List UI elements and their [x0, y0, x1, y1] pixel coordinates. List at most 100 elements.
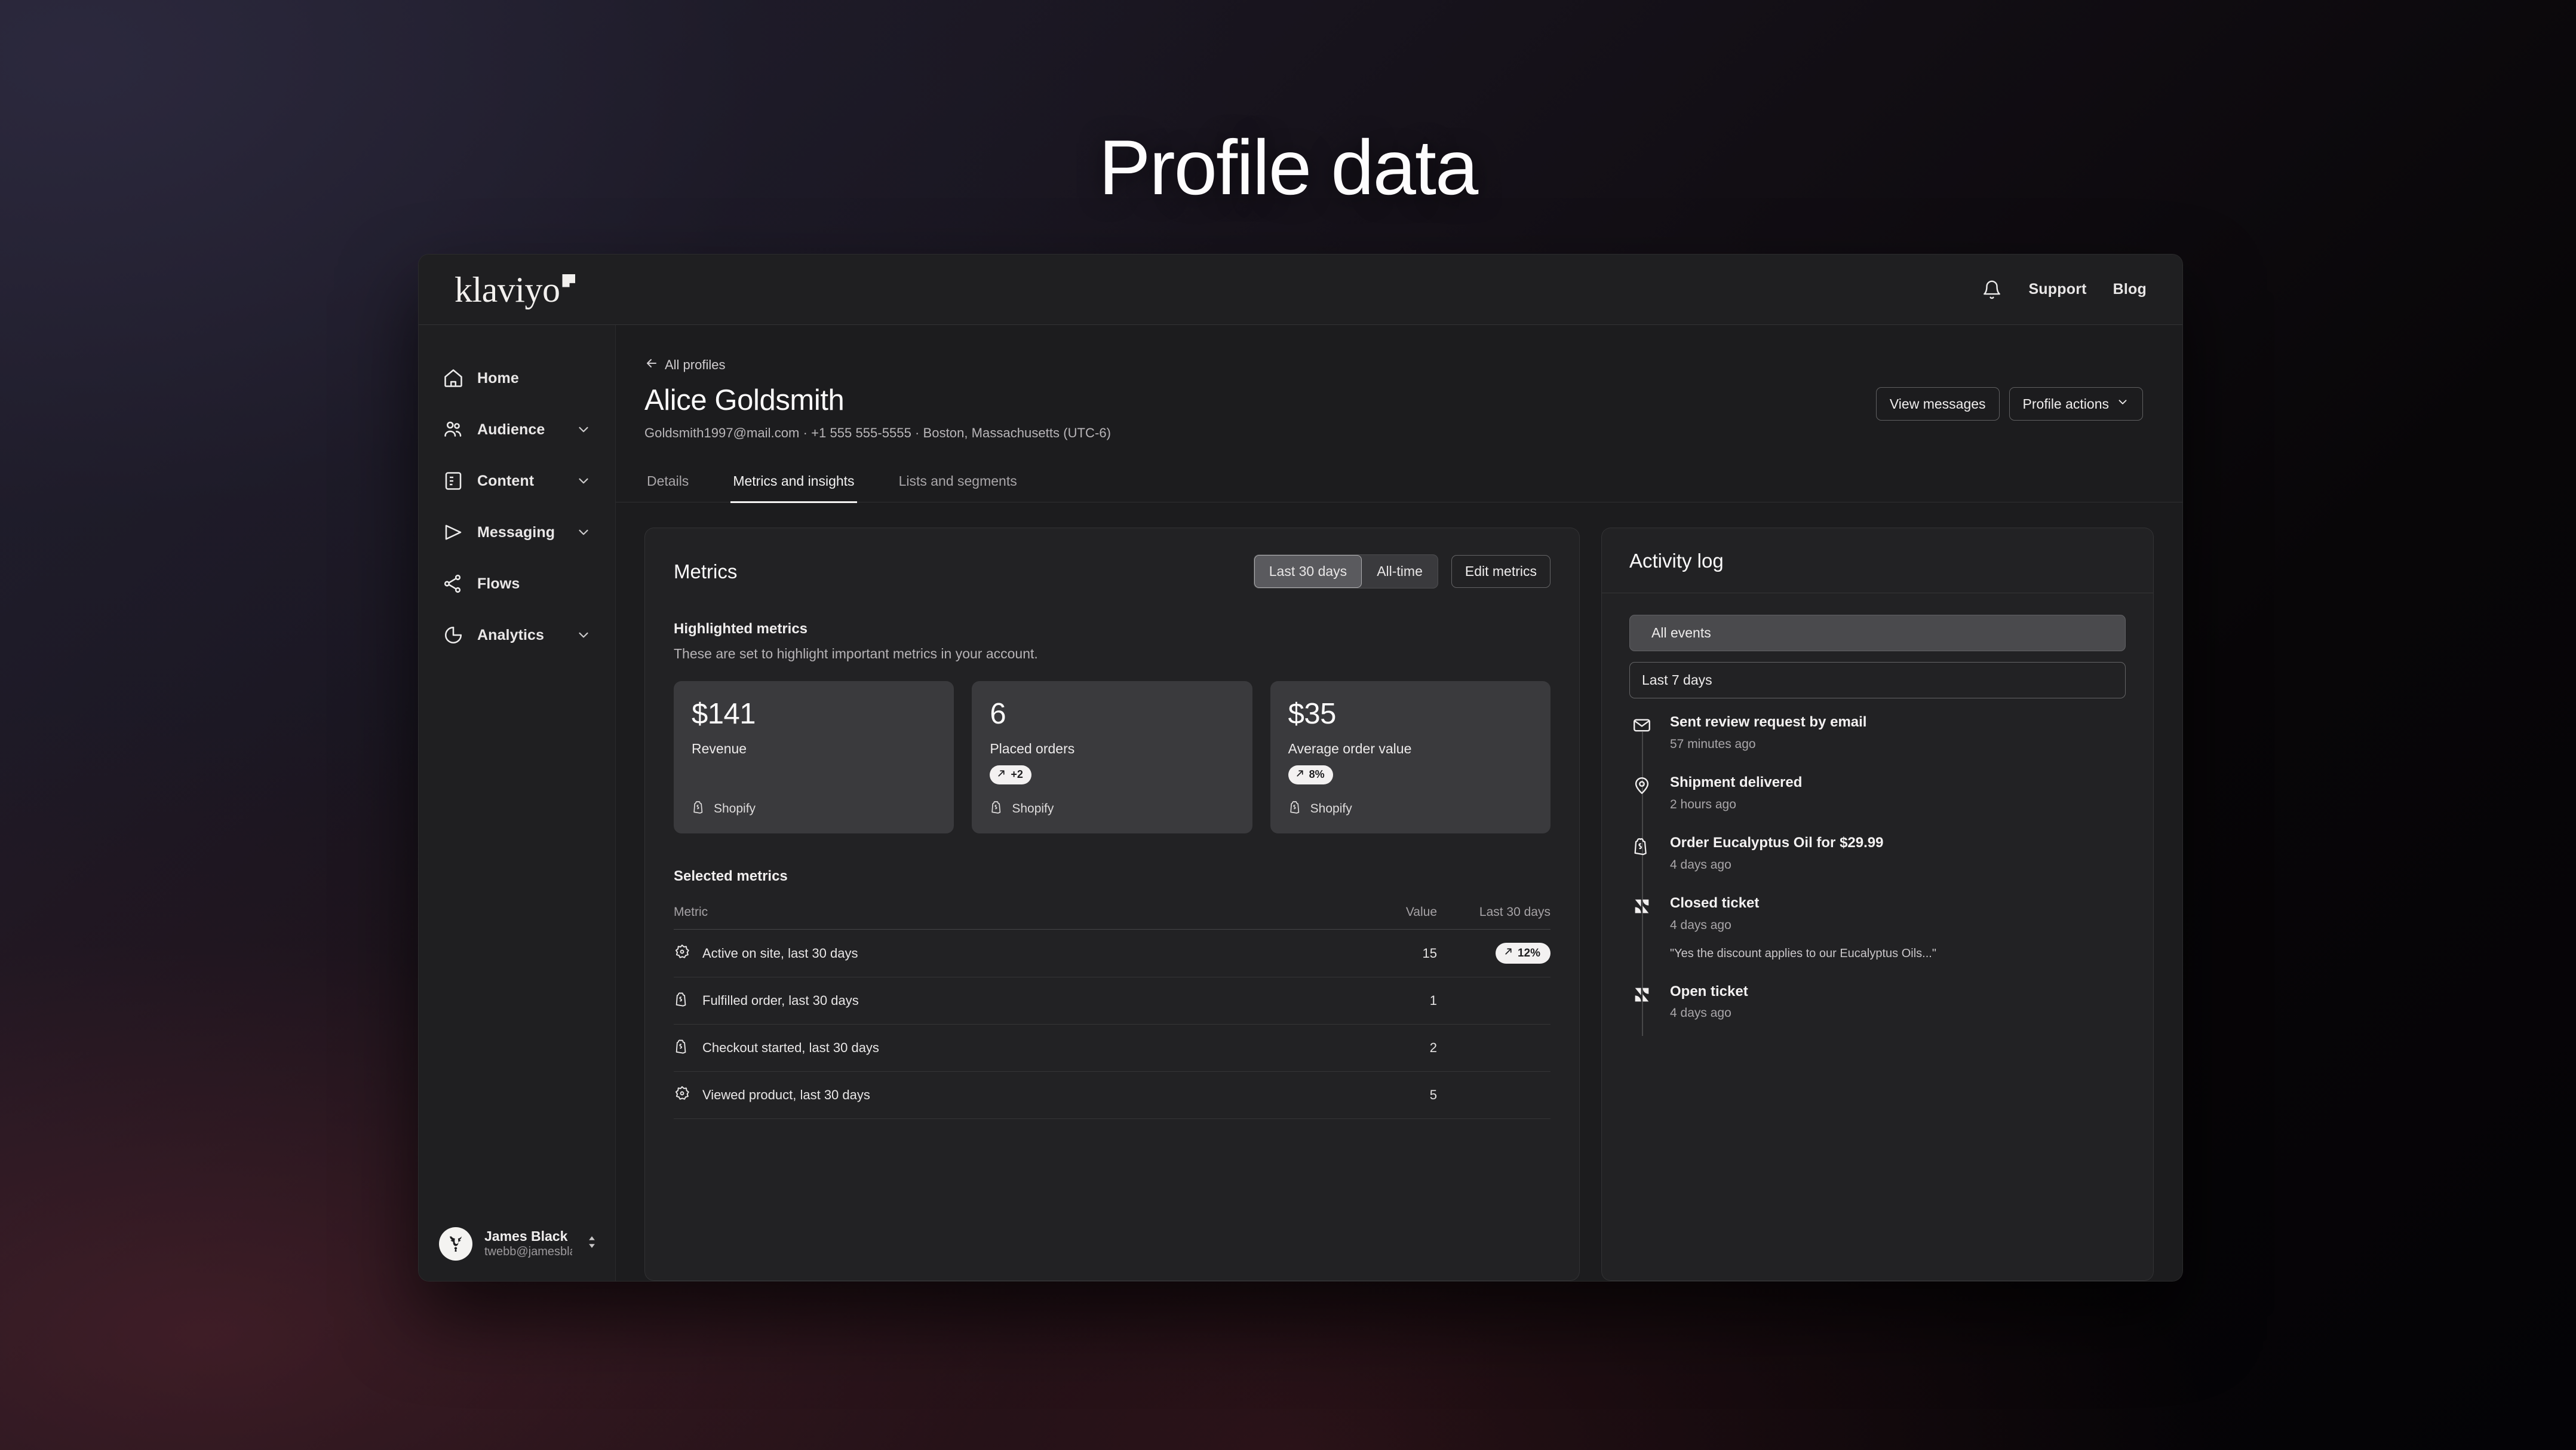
- sidebar-item-audience[interactable]: Audience: [434, 413, 600, 446]
- metric-card-value: $141: [692, 698, 756, 731]
- shopify-icon: [692, 799, 707, 818]
- activity-event-body: Open ticket 4 days ago: [1670, 983, 2126, 1021]
- sidebar-item-label: Home: [477, 369, 519, 387]
- activity-event-body: Closed ticket 4 days ago "Yes the discou…: [1670, 895, 2126, 961]
- trend-badge-value: 12%: [1517, 946, 1540, 959]
- table-row[interactable]: Viewed product, last 30 days 5: [674, 1072, 1550, 1120]
- top-bar: klaviyo Support Blog: [419, 255, 2182, 325]
- view-messages-label: View messages: [1889, 396, 1986, 412]
- sidebar-item-analytics[interactable]: Analytics: [434, 619, 600, 651]
- metrics-panel: Metrics Last 30 days All-time Edit metri…: [644, 528, 1580, 1281]
- chevron-down-icon[interactable]: [576, 627, 591, 643]
- activity-event-title: Open ticket: [1670, 983, 1748, 1000]
- activity-event-body: Sent review request by email 57 minutes …: [1670, 714, 2126, 752]
- table-cell-value: 2: [1429, 1040, 1437, 1056]
- list-item[interactable]: Open ticket 4 days ago: [1629, 983, 2126, 1044]
- email-icon: [1629, 714, 1654, 752]
- table-cell-metric-label: Checkout started, last 30 days: [702, 1040, 879, 1056]
- column-header-value: Value: [1405, 905, 1437, 919]
- arrow-left-icon: [644, 356, 659, 374]
- column-header-metric: Metric: [674, 905, 708, 919]
- metric-card[interactable]: $141 Revenue Shopify: [674, 681, 954, 834]
- range-last-30-days-button[interactable]: Last 30 days: [1254, 555, 1362, 588]
- top-link-blog[interactable]: Blog: [2113, 281, 2147, 298]
- trend-up-icon: [996, 768, 1006, 781]
- edit-metrics-button[interactable]: Edit metrics: [1451, 555, 1550, 588]
- metric-card-source: Shopify: [990, 799, 1234, 818]
- list-item[interactable]: Shipment delivered 2 hours ago: [1629, 774, 2126, 835]
- metric-card-source: Shopify: [692, 799, 936, 818]
- activity-event-time: 4 days ago: [1670, 1006, 1731, 1020]
- table-cell-metric: Fulfilled order, last 30 days: [674, 991, 1359, 1011]
- metric-card-source-label: Shopify: [1310, 801, 1352, 816]
- chevron-down-icon[interactable]: [576, 525, 591, 540]
- klaviyo-flower-icon: [674, 943, 690, 964]
- sidebar-item-home[interactable]: Home: [434, 362, 600, 394]
- activity-event-title: Order Eucalyptus Oil for $29.99: [1670, 834, 1884, 851]
- date-range-filter-select[interactable]: Last 7 days: [1629, 662, 2126, 699]
- metric-card-source-label: Shopify: [1012, 801, 1054, 816]
- list-item[interactable]: Closed ticket 4 days ago "Yes the discou…: [1629, 895, 2126, 983]
- highlighted-metric-cards: $141 Revenue Shopify 6 Placed orders +2 …: [674, 681, 1550, 834]
- metric-card[interactable]: 6 Placed orders +2 Shopify: [972, 681, 1252, 834]
- event-type-filter-select[interactable]: All events: [1629, 615, 2126, 652]
- column-header-last-30-days: Last 30 days: [1479, 905, 1550, 919]
- activity-log-body: All events Last 7 days Sent review reque…: [1602, 593, 2153, 1280]
- highlighted-metrics-description: These are set to highlight important met…: [674, 646, 1038, 662]
- table-cell-value: 15: [1422, 945, 1437, 961]
- top-link-support[interactable]: Support: [2028, 281, 2086, 298]
- user-name: James Black: [484, 1228, 568, 1244]
- list-item[interactable]: Order Eucalyptus Oil for $29.99 4 days a…: [1629, 835, 2126, 895]
- table-row[interactable]: Active on site, last 30 days 15 12%: [674, 930, 1550, 978]
- metric-card-source: Shopify: [1288, 799, 1533, 818]
- tab-lists-and-segments[interactable]: Lists and segments: [896, 465, 1020, 503]
- klaviyo-flower-icon: [674, 1085, 690, 1105]
- klaviyo-logo[interactable]: klaviyo: [438, 272, 576, 308]
- brand-flag-icon: [562, 274, 576, 287]
- up-down-chevron-icon[interactable]: [584, 1234, 600, 1253]
- chevron-down-icon: [2116, 396, 2129, 412]
- home-icon: [443, 367, 464, 389]
- table-cell-metric-label: Fulfilled order, last 30 days: [702, 993, 859, 1008]
- date-range-filter-label: Last 7 days: [1642, 672, 1712, 688]
- range-all-time-button[interactable]: All-time: [1362, 555, 1438, 588]
- send-icon: [443, 522, 464, 543]
- activity-event-time: 57 minutes ago: [1670, 737, 1756, 752]
- metric-card-trend-badge: +2: [990, 765, 1031, 784]
- metric-card[interactable]: $35 Average order value 8% Shopify: [1270, 681, 1550, 834]
- activity-timeline: Sent review request by email 57 minutes …: [1629, 714, 2126, 1043]
- activity-event-time: 2 hours ago: [1670, 797, 1736, 811]
- top-bar-right: Support Blog: [1982, 280, 2147, 300]
- user-email: twebb@jamesbla...: [484, 1245, 572, 1259]
- metric-card-value: 6: [990, 698, 1006, 731]
- metric-card-trend-value: +2: [1011, 768, 1023, 781]
- sidebar-item-content[interactable]: Content: [434, 465, 600, 497]
- sidebar-user-switcher[interactable]: James Black twebb@jamesbla...: [419, 1227, 615, 1261]
- tab-details[interactable]: Details: [644, 465, 691, 503]
- list-item[interactable]: Sent review request by email 57 minutes …: [1629, 714, 2126, 774]
- shopify-icon: [674, 991, 690, 1011]
- table-row[interactable]: Fulfilled order, last 30 days 1: [674, 977, 1550, 1025]
- table-row[interactable]: Checkout started, last 30 days 2: [674, 1025, 1550, 1072]
- chevron-down-icon[interactable]: [576, 422, 591, 437]
- view-messages-button[interactable]: View messages: [1875, 387, 2000, 421]
- metric-card-value: $35: [1288, 698, 1337, 731]
- shopify-icon: [1629, 835, 1654, 872]
- sidebar-item-messaging[interactable]: Messaging: [434, 516, 600, 548]
- bell-icon[interactable]: [1982, 280, 2002, 300]
- table-cell-metric: Viewed product, last 30 days: [674, 1085, 1359, 1105]
- trend-up-icon: [1503, 946, 1513, 960]
- sidebar-item-flows[interactable]: Flows: [434, 568, 600, 600]
- chevron-down-icon[interactable]: [576, 473, 591, 489]
- sidebar-user-text: James Black twebb@jamesbla...: [484, 1228, 572, 1259]
- people-icon: [443, 419, 464, 440]
- profile-actions-label: Profile actions: [2022, 396, 2109, 412]
- breadcrumb-all-profiles[interactable]: All profiles: [644, 356, 2143, 374]
- metric-card-label: Average order value: [1288, 740, 1412, 756]
- activity-event-title: Closed ticket: [1670, 894, 1760, 911]
- main-content: All profiles Alice Goldsmith Goldsmith19…: [616, 325, 2182, 1281]
- shopify-icon: [990, 799, 1005, 818]
- tab-metrics-and-insights[interactable]: Metrics and insights: [730, 465, 857, 504]
- profile-actions-button[interactable]: Profile actions: [2009, 387, 2143, 421]
- activity-event-quote: "Yes the discount applies to our Eucalyp…: [1670, 946, 1936, 960]
